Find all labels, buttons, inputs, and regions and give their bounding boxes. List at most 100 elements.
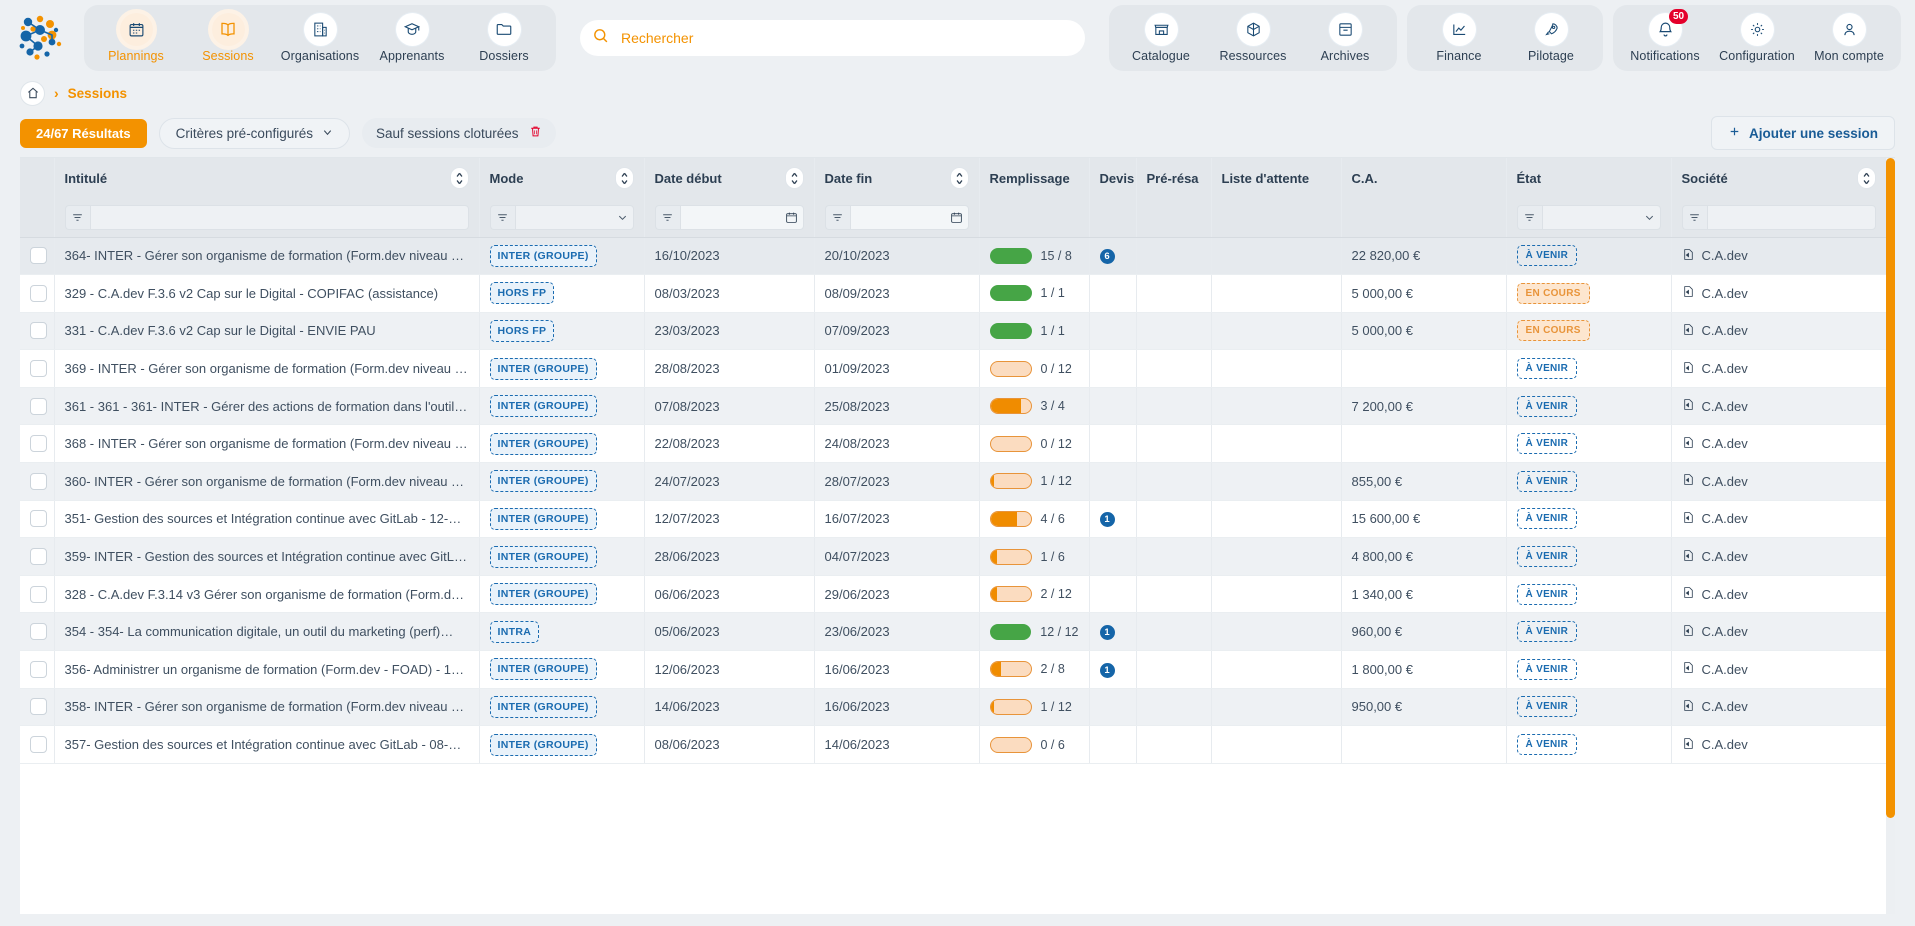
nav-item-archives[interactable]: Archives	[1299, 7, 1391, 69]
nav-item-apprenants[interactable]: Apprenants	[366, 7, 458, 69]
add-session-button[interactable]: Ajouter une session	[1711, 116, 1895, 150]
row-checkbox[interactable]	[30, 398, 47, 415]
session-title: 357- Gestion des sources et Intégration …	[65, 737, 469, 752]
th-date-fin[interactable]: Date fin	[814, 158, 979, 198]
th-societe[interactable]: Société	[1671, 158, 1886, 198]
row-checkbox[interactable]	[30, 322, 47, 339]
filter-date-debut[interactable]	[680, 205, 804, 230]
th-mode[interactable]: Mode	[479, 158, 644, 198]
table-row[interactable]: 356- Administrer un organisme de formati…	[20, 651, 1895, 689]
nav-item-finance[interactable]: Finance	[1413, 7, 1505, 69]
table-row[interactable]: 331 - C.A.dev F.3.6 v2 Cap sur le Digita…	[20, 312, 1895, 350]
cadev-logo[interactable]	[14, 10, 70, 66]
cell-intitule[interactable]: 364- INTER - Gérer son organisme de form…	[54, 237, 479, 275]
cell-intitule[interactable]: 358- INTER - Gérer son organisme de form…	[54, 688, 479, 726]
table-row[interactable]: 360- INTER - Gérer son organisme de form…	[20, 463, 1895, 501]
scrollbar-thumb[interactable]	[1886, 158, 1895, 818]
nav-item-dossiers[interactable]: Dossiers	[458, 7, 550, 69]
row-checkbox[interactable]	[30, 548, 47, 565]
table-row[interactable]: 368 - INTER - Gérer son organisme de for…	[20, 425, 1895, 463]
cell-intitule[interactable]: 329 - C.A.dev F.3.6 v2 Cap sur le Digita…	[54, 275, 479, 313]
devis-badge[interactable]: 1	[1100, 663, 1115, 678]
sort-updown-icon[interactable]	[1857, 167, 1876, 189]
row-checkbox[interactable]	[30, 623, 47, 640]
table-scrollbar[interactable]	[1886, 158, 1895, 914]
row-checkbox[interactable]	[30, 661, 47, 678]
row-checkbox[interactable]	[30, 586, 47, 603]
sort-updown-icon[interactable]	[785, 167, 804, 189]
cell-intitule[interactable]: 356- Administrer un organisme de formati…	[54, 651, 479, 689]
row-checkbox[interactable]	[30, 360, 47, 377]
filter-lines-icon[interactable]	[490, 205, 515, 230]
table-row[interactable]: 359- INTER - Gestion des sources et Inté…	[20, 538, 1895, 576]
active-filter-chip[interactable]: Sauf sessions cloturées	[362, 118, 556, 148]
search-input[interactable]	[619, 20, 1071, 56]
gear-icon	[1741, 13, 1774, 46]
nav-item-notifications[interactable]: 50 Notifications	[1619, 7, 1711, 69]
filter-lines-icon[interactable]	[825, 205, 850, 230]
nav-item-ressources[interactable]: Ressources	[1207, 7, 1299, 69]
nav-item-organisations[interactable]: Organisations	[274, 7, 366, 69]
cell-liste-attente	[1211, 575, 1341, 613]
th-intitule[interactable]: Intitulé	[54, 158, 479, 198]
filter-input-intitule[interactable]	[90, 205, 469, 230]
cell-intitule[interactable]: 331 - C.A.dev F.3.6 v2 Cap sur le Digita…	[54, 312, 479, 350]
fill-bar	[990, 361, 1032, 377]
nav-item-pilotage[interactable]: Pilotage	[1505, 7, 1597, 69]
th-label-date-debut: Date début	[655, 171, 722, 186]
sort-updown-icon[interactable]	[950, 167, 969, 189]
row-checkbox[interactable]	[30, 698, 47, 715]
table-row[interactable]: 361 - 361 - 361- INTER - Gérer des actio…	[20, 387, 1895, 425]
devis-badge[interactable]: 1	[1100, 512, 1115, 527]
nav-item-sessions[interactable]: Sessions	[182, 7, 274, 69]
row-checkbox[interactable]	[30, 473, 47, 490]
home-icon[interactable]	[20, 81, 45, 106]
row-checkbox[interactable]	[30, 285, 47, 302]
table-row[interactable]: 364- INTER - Gérer son organisme de form…	[20, 237, 1895, 275]
sort-updown-icon[interactable]	[615, 167, 634, 189]
nav-item-mon-compte[interactable]: Mon compte	[1803, 7, 1895, 69]
table-row[interactable]: 351- Gestion des sources et Intégration …	[20, 500, 1895, 538]
filter-lines-icon[interactable]	[655, 205, 680, 230]
cell-intitule[interactable]: 354 - 354- La communication digitale, un…	[54, 613, 479, 651]
nav-item-catalogue[interactable]: Catalogue	[1115, 7, 1207, 69]
filter-lines-icon[interactable]	[1517, 205, 1542, 230]
cell-intitule[interactable]: 368 - INTER - Gérer son organisme de for…	[54, 425, 479, 463]
cell-intitule[interactable]: 357- Gestion des sources et Intégration …	[54, 726, 479, 764]
row-checkbox[interactable]	[30, 435, 47, 452]
devis-badge[interactable]: 6	[1100, 249, 1115, 264]
search-box[interactable]	[580, 20, 1085, 56]
filter-lines-icon[interactable]	[65, 205, 90, 230]
cell-intitule[interactable]: 359- INTER - Gestion des sources et Inté…	[54, 538, 479, 576]
filter-select-etat[interactable]	[1542, 205, 1661, 230]
table-row[interactable]: 369 - INTER - Gérer son organisme de for…	[20, 350, 1895, 388]
row-checkbox[interactable]	[30, 510, 47, 527]
row-checkbox[interactable]	[30, 247, 47, 264]
cell-intitule[interactable]: 369 - INTER - Gérer son organisme de for…	[54, 350, 479, 388]
sort-updown-icon[interactable]	[450, 167, 469, 189]
cell-intitule[interactable]: 361 - 361 - 361- INTER - Gérer des actio…	[54, 387, 479, 425]
societe-value: C.A.dev	[1702, 549, 1748, 564]
preconfigured-criteria-dropdown[interactable]: Critères pré-configurés	[159, 118, 350, 149]
cell-intitule[interactable]: 351- Gestion des sources et Intégration …	[54, 500, 479, 538]
filter-date-fin[interactable]	[850, 205, 969, 230]
cell-intitule[interactable]: 328 - C.A.dev F.3.14 v3 Gérer son organi…	[54, 575, 479, 613]
filter-lines-icon[interactable]	[1682, 205, 1707, 230]
nav-item-plannings[interactable]: Plannings	[90, 7, 182, 69]
table-row[interactable]: 358- INTER - Gérer son organisme de form…	[20, 688, 1895, 726]
trash-icon[interactable]	[529, 125, 542, 141]
table-row[interactable]: 328 - C.A.dev F.3.14 v3 Gérer son organi…	[20, 575, 1895, 613]
table-row[interactable]: 329 - C.A.dev F.3.6 v2 Cap sur le Digita…	[20, 275, 1895, 313]
results-count-badge[interactable]: 24/67 Résultats	[20, 119, 147, 148]
filter-input-societe[interactable]	[1707, 205, 1876, 230]
devis-badge[interactable]: 1	[1100, 625, 1115, 640]
th-date-debut[interactable]: Date début	[644, 158, 814, 198]
table-row[interactable]: 357- Gestion des sources et Intégration …	[20, 726, 1895, 764]
cell-intitule[interactable]: 360- INTER - Gérer son organisme de form…	[54, 463, 479, 501]
societe-value: C.A.dev	[1702, 286, 1748, 301]
nav-item-configuration[interactable]: Configuration	[1711, 7, 1803, 69]
table-row[interactable]: 354 - 354- La communication digitale, un…	[20, 613, 1895, 651]
filter-select-mode[interactable]	[515, 205, 634, 230]
breadcrumb-current[interactable]: Sessions	[68, 86, 127, 101]
row-checkbox[interactable]	[30, 736, 47, 753]
